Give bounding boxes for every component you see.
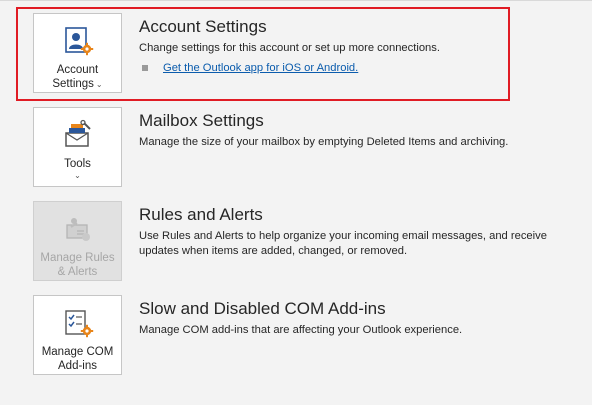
section-title: Slow and Disabled COM Add-ins: [139, 299, 386, 318]
com-addins-icon: [64, 310, 93, 338]
outlook-mobile-link[interactable]: Get the Outlook app for iOS or Android.: [163, 62, 358, 74]
section-title: Rules and Alerts: [139, 205, 263, 224]
manage-com-addins-button[interactable]: Manage COM Add-ins: [33, 295, 122, 375]
section-description: Change settings for this account or set …: [139, 42, 440, 54]
tools-icon: [64, 119, 91, 147]
manage-rules-alerts-label: Manage Rules & Alerts: [40, 252, 115, 278]
account-settings-label: Account Settings ⌄: [52, 64, 103, 90]
account-settings-button[interactable]: Account Settings ⌄: [33, 13, 122, 93]
section-description: Manage COM add-ins that are affecting yo…: [139, 324, 463, 336]
bullet-icon: [142, 65, 148, 71]
section-description: Manage the size of your mailbox by empty…: [139, 136, 509, 148]
tools-button[interactable]: Tools ⌄: [33, 107, 122, 187]
mailbox-settings-section: Mailbox Settings Manage the size of your…: [139, 111, 508, 150]
rules-alerts-icon: [65, 218, 90, 241]
account-settings-section: Account Settings Change settings for thi…: [139, 17, 440, 74]
chevron-down-icon: ⌄: [95, 80, 103, 89]
account-settings-icon: [64, 27, 93, 56]
manage-com-addins-label: Manage COM Add-ins: [41, 346, 114, 372]
section-title: Account Settings: [139, 17, 267, 36]
top-divider: [0, 0, 592, 1]
com-addins-section: Slow and Disabled COM Add-ins Manage COM…: [139, 299, 462, 338]
chevron-down-icon: ⌄: [74, 171, 81, 180]
rules-alerts-section: Rules and Alerts Use Rules and Alerts to…: [139, 205, 549, 259]
section-description: Use Rules and Alerts to help organize yo…: [139, 230, 547, 257]
section-title: Mailbox Settings: [139, 111, 264, 130]
tools-label: Tools ⌄: [64, 158, 91, 180]
manage-rules-alerts-button[interactable]: Manage Rules & Alerts: [33, 201, 122, 281]
